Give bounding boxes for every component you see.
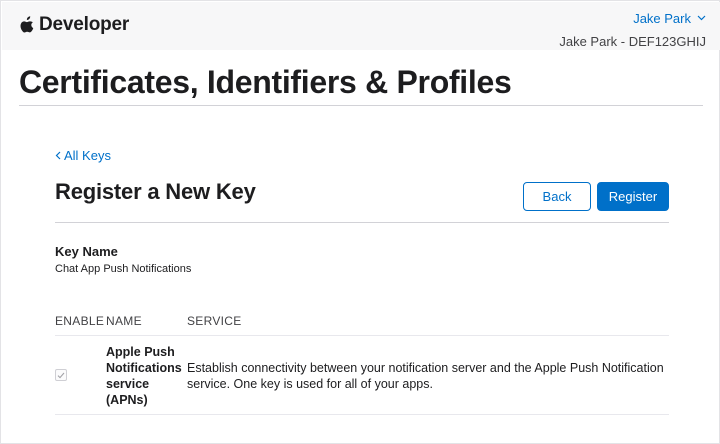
column-header-name: NAME: [106, 314, 142, 328]
table-header-divider: [55, 335, 669, 336]
column-header-enable: ENABLE: [55, 314, 105, 328]
service-name: Apple Push Notifications service (APNs): [106, 345, 182, 407]
top-bar: Developer Jake Park Jake Park - DEF123GH…: [2, 2, 720, 50]
checkmark-icon: [57, 372, 65, 379]
service-description: Establish connectivity between your noti…: [187, 361, 664, 391]
section-divider: [55, 222, 669, 223]
title-divider: [19, 105, 703, 106]
brand-name: Developer: [39, 14, 130, 35]
enable-apns-checkbox[interactable]: [55, 369, 67, 381]
account-menu[interactable]: Jake Park: [559, 9, 706, 27]
all-keys-label[interactable]: All Keys: [64, 148, 111, 163]
account-name[interactable]: Jake Park: [633, 11, 691, 26]
brand-link[interactable]: Developer: [19, 12, 129, 38]
all-keys-link[interactable]: All Keys: [55, 148, 111, 163]
key-name-value: Chat App Push Notifications: [55, 263, 192, 275]
apple-logo-icon: [19, 16, 35, 34]
app-window: Developer Jake Park Jake Park - DEF123GH…: [0, 0, 720, 444]
team-info: Jake Park - DEF123GHIJ: [559, 34, 706, 49]
section-title: Register a New Key: [55, 179, 256, 204]
register-button[interactable]: Register: [597, 182, 669, 211]
key-name-label: Key Name: [55, 244, 118, 259]
column-header-service: SERVICE: [187, 314, 242, 328]
chevron-down-icon[interactable]: [697, 15, 706, 21]
table-row-divider: [55, 414, 669, 415]
chevron-left-icon: [55, 151, 61, 160]
account-area: Jake Park Jake Park - DEF123GHIJ: [559, 9, 706, 50]
page-title: Certificates, Identifiers & Profiles: [19, 64, 512, 100]
back-button[interactable]: Back: [523, 182, 591, 211]
